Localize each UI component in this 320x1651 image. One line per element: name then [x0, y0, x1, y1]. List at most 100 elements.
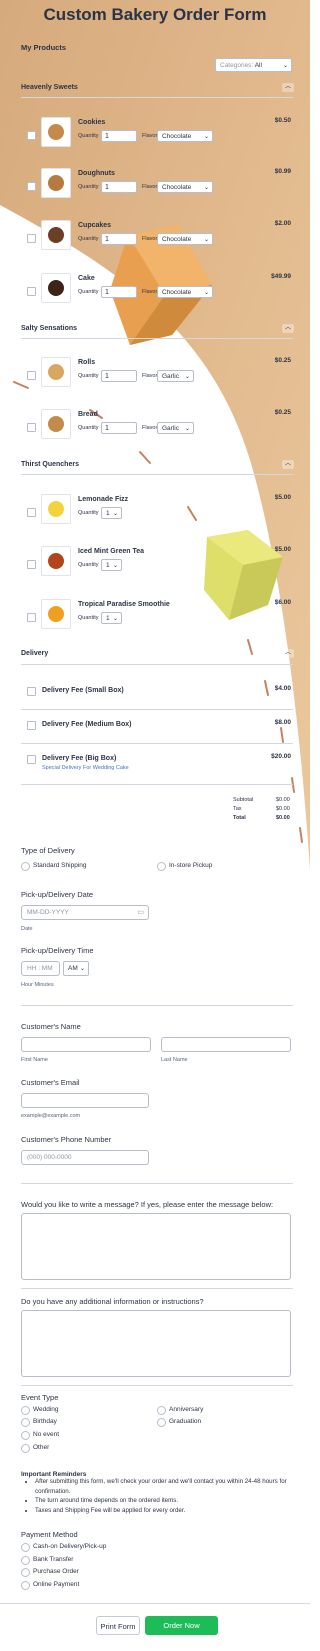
flavor-select[interactable]: Chocolate ⌄: [157, 286, 213, 298]
chevron-up-icon: ︿: [284, 461, 291, 467]
delivery-checkbox[interactable]: [27, 687, 36, 696]
radio-instore-pickup[interactable]: [157, 862, 166, 871]
email-input[interactable]: [21, 1093, 149, 1108]
event-radio[interactable]: [157, 1418, 166, 1427]
order-now-button[interactable]: Order Now: [145, 1616, 218, 1635]
additional-textarea[interactable]: [21, 1310, 291, 1377]
tea-icon: [48, 553, 64, 569]
product-checkbox[interactable]: [27, 287, 36, 296]
collapse-heavenly-button[interactable]: ︿: [282, 83, 294, 92]
quantity-input[interactable]: 1: [101, 370, 137, 382]
quantity-label: Quantity: [78, 425, 99, 431]
subtotal-value: $0.00: [276, 797, 290, 803]
reminder-item: After submitting this form, we'll check …: [35, 1477, 305, 1496]
collapse-salty-button[interactable]: ︿: [282, 324, 294, 333]
payment-radio[interactable]: [21, 1555, 30, 1565]
flavor-select[interactable]: Chocolate ⌄: [157, 233, 213, 245]
product-checkbox[interactable]: [27, 131, 36, 140]
divider: [21, 97, 293, 98]
payment-label: Payment Method: [21, 1530, 78, 1539]
category-select[interactable]: Categories: All ⌄: [215, 58, 292, 72]
product-checkbox[interactable]: [27, 182, 36, 191]
chevron-down-icon: ⌄: [112, 511, 118, 517]
event-radio[interactable]: [21, 1444, 30, 1453]
total-value: $0.00: [276, 815, 290, 821]
delivery-type-label: Type of Delivery: [21, 846, 75, 855]
flavor-select[interactable]: Garlic ⌄: [157, 422, 194, 434]
ampm-value: AM: [68, 965, 78, 972]
payment-radio[interactable]: [21, 1581, 30, 1591]
quantity-select[interactable]: 1 ⌄: [101, 612, 122, 624]
product-price: $6.00: [274, 599, 291, 606]
divider: [21, 338, 293, 339]
ampm-select[interactable]: AM ⌄: [63, 961, 89, 976]
event-option-label: Graduation: [169, 1418, 202, 1425]
last-name-input[interactable]: [161, 1037, 291, 1052]
products-heading: My Products: [21, 43, 67, 52]
collapse-delivery-button[interactable]: ︿: [282, 649, 294, 658]
phone-input[interactable]: (000) 000-0000: [21, 1150, 149, 1165]
product-price: $0.99: [274, 168, 291, 175]
quantity-label: Quantity: [78, 562, 99, 568]
delivery-checkbox[interactable]: [27, 755, 36, 764]
first-name-input[interactable]: [21, 1037, 151, 1052]
event-radio[interactable]: [21, 1406, 30, 1415]
flavor-value: Garlic: [162, 373, 179, 380]
product-checkbox[interactable]: [27, 234, 36, 243]
product-row: Rolls $0.25 Quantity 1 Flavor Garlic ⌄: [21, 357, 293, 407]
additional-label: Do you have any additional information o…: [21, 1297, 204, 1306]
category-value: All: [254, 62, 262, 69]
product-name: Doughnuts: [78, 170, 115, 177]
product-checkbox[interactable]: [27, 613, 36, 622]
quantity-label: Quantity: [78, 289, 99, 295]
product-row: Cookies $0.50 Quantity 1 Flavor Chocolate ⌄: [21, 117, 293, 167]
product-name: Tropical Paradise Smoothie: [78, 601, 170, 608]
collapse-thirst-button[interactable]: ︿: [282, 460, 294, 469]
message-textarea[interactable]: [21, 1213, 291, 1280]
flavor-select[interactable]: Chocolate ⌄: [157, 181, 213, 193]
time-input[interactable]: HH : MM: [21, 961, 60, 976]
product-checkbox[interactable]: [27, 560, 36, 569]
flavor-label: Flavor: [142, 425, 158, 431]
quantity-input[interactable]: 1: [101, 233, 137, 245]
cupcake-icon: [48, 227, 64, 243]
quantity-label: Quantity: [78, 184, 99, 190]
chevron-down-icon: ⌄: [282, 63, 288, 69]
product-checkbox[interactable]: [27, 423, 36, 432]
payment-radio[interactable]: [21, 1543, 30, 1552]
product-thumbnail: [41, 168, 71, 198]
quantity-label: Quantity: [78, 615, 99, 621]
event-option-label: Anniversary: [169, 1406, 204, 1413]
flavor-select[interactable]: Garlic ⌄: [157, 370, 194, 382]
delivery-checkbox[interactable]: [27, 721, 36, 730]
flavor-select[interactable]: Chocolate ⌄: [157, 130, 213, 142]
message-label: Would you like to write a message? If ye…: [21, 1200, 274, 1209]
payment-radio[interactable]: [21, 1568, 30, 1578]
event-radio[interactable]: [21, 1431, 30, 1440]
product-checkbox[interactable]: [27, 371, 36, 380]
quantity-input[interactable]: 1: [101, 130, 137, 142]
event-radio[interactable]: [21, 1418, 30, 1427]
event-radio[interactable]: [157, 1406, 166, 1415]
quantity-input[interactable]: 1: [101, 422, 137, 434]
product-price: $5.00: [274, 546, 291, 553]
product-checkbox[interactable]: [27, 508, 36, 517]
quantity-select[interactable]: 1 ⌄: [101, 507, 122, 519]
event-option-label: Wedding: [33, 1406, 59, 1413]
product-price: $0.25: [274, 357, 291, 364]
flavor-value: Garlic: [162, 425, 179, 432]
print-form-button[interactable]: Print Form: [96, 1616, 140, 1635]
reminder-item: Taxes and Shipping Fee will be applied f…: [35, 1506, 305, 1516]
radio-standard-shipping[interactable]: [21, 862, 30, 871]
date-input[interactable]: MM-DD-YYYY ▭: [21, 905, 149, 920]
product-name: Cookies: [78, 119, 106, 126]
delivery-name: Delivery Fee (Big Box): [42, 755, 117, 762]
quantity-select[interactable]: 1 ⌄: [101, 559, 122, 571]
flavor-label: Flavor: [142, 236, 158, 242]
product-price: $0.50: [274, 117, 291, 124]
quantity-input[interactable]: 1: [101, 286, 137, 298]
quantity-label: Quantity: [78, 236, 99, 242]
time-sublabel: Hour Minutes: [21, 982, 54, 988]
quantity-input[interactable]: 1: [101, 181, 137, 193]
divider: [21, 1385, 293, 1386]
